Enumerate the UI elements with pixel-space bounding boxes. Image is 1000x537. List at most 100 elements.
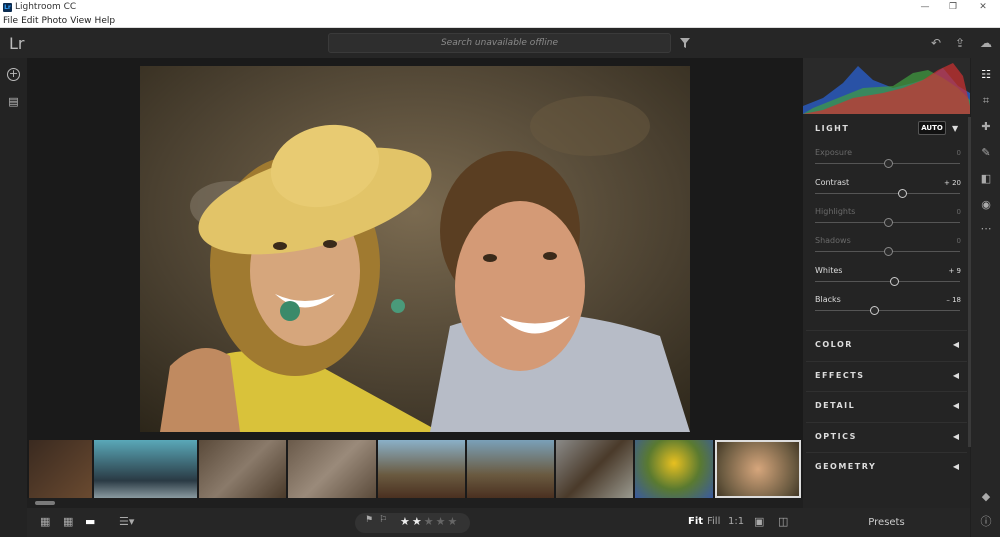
filmstrip-thumb[interactable] xyxy=(378,440,465,498)
filmstrip-thumb-selected[interactable] xyxy=(715,440,801,498)
menu-file[interactable]: File xyxy=(3,16,18,26)
slider-value: 0 xyxy=(956,237,961,245)
light-section-header[interactable]: LIGHT xyxy=(815,124,849,133)
chevron-left-icon: ◀ xyxy=(952,431,959,441)
chevron-left-icon: ◀ xyxy=(952,401,959,411)
section-label: DETAIL xyxy=(815,401,856,411)
maximize-button[interactable]: ❐ xyxy=(946,2,960,12)
section-label: GEOMETRY xyxy=(815,462,877,472)
slider-label: Shadows xyxy=(815,236,851,245)
star-icons[interactable]: ★★★★★ xyxy=(400,515,459,528)
library-icon[interactable]: ▤ xyxy=(7,95,20,108)
photo-grid-icon[interactable]: ▦ xyxy=(63,515,73,528)
slider-track[interactable] xyxy=(815,310,960,311)
section-label: COLOR xyxy=(815,340,853,349)
flag-pick-icon[interactable]: ⚑ xyxy=(365,515,373,525)
slider-value: 0 xyxy=(956,149,961,157)
star-rating[interactable]: ★★★★★ xyxy=(400,515,459,528)
more-icon[interactable]: ⋯ xyxy=(979,222,993,236)
undo-icon[interactable]: ↶ xyxy=(929,36,943,50)
zoom-fit[interactable]: Fit xyxy=(688,516,703,527)
chevron-left-icon: ◀ xyxy=(952,340,959,349)
section-color[interactable]: COLOR ◀ xyxy=(806,330,967,358)
filmstrip-thumb[interactable] xyxy=(199,440,286,498)
compare-icon[interactable]: ◫ xyxy=(778,515,788,528)
slider-value: 0 xyxy=(956,208,961,216)
section-label: OPTICS xyxy=(815,431,857,441)
menu-photo[interactable]: Photo xyxy=(42,16,68,26)
filmstrip-thumb[interactable] xyxy=(635,440,713,498)
left-sidebar xyxy=(0,58,27,537)
section-optics[interactable]: OPTICS ◀ xyxy=(806,421,967,450)
slider-value: – 18 xyxy=(946,296,961,304)
slider-value: + 20 xyxy=(944,179,961,187)
edit-sliders-icon[interactable]: ☷ xyxy=(979,68,993,82)
radial-gradient-icon[interactable]: ◉ xyxy=(979,198,993,212)
close-button[interactable]: ✕ xyxy=(976,2,990,12)
slider-track[interactable] xyxy=(815,193,960,194)
share-icon[interactable]: ⇪ xyxy=(953,36,967,50)
title-bar: Lr Lightroom CC — ❐ ✕ xyxy=(0,0,1000,16)
crop-icon[interactable]: ⌗ xyxy=(979,94,993,108)
menu-edit[interactable]: Edit xyxy=(21,16,38,26)
section-effects[interactable]: EFFECTS ◀ xyxy=(806,360,967,389)
slider-label: Whites xyxy=(815,266,843,275)
slider-label: Contrast xyxy=(815,178,850,187)
healing-brush-icon[interactable]: ✚ xyxy=(979,120,993,134)
menu-view[interactable]: View xyxy=(70,16,91,26)
slider-label: Highlights xyxy=(815,207,856,216)
slider-thumb[interactable] xyxy=(898,189,907,198)
section-label: EFFECTS xyxy=(815,370,865,380)
slider-track[interactable] xyxy=(815,281,960,282)
info-icon[interactable]: ⓘ xyxy=(979,515,993,529)
tag-icon[interactable]: ◆ xyxy=(979,490,993,504)
flag-reject-icon[interactable]: ⚐ xyxy=(379,515,387,525)
filmstrip-thumb[interactable] xyxy=(29,440,92,498)
presets-button[interactable]: Presets xyxy=(803,508,970,537)
filmstrip-thumb[interactable] xyxy=(556,440,633,498)
search-input[interactable]: Search unavailable offline xyxy=(328,33,671,53)
filmstrip-thumb[interactable] xyxy=(288,440,376,498)
slider-label: Blacks xyxy=(815,295,841,304)
star-icon[interactable]: ★ xyxy=(400,515,412,528)
filmstrip-scroll-thumb[interactable] xyxy=(35,501,55,505)
linear-gradient-icon[interactable]: ◧ xyxy=(979,172,993,186)
lr-logo: Lr xyxy=(9,34,25,53)
star-icon[interactable]: ★ xyxy=(412,515,424,528)
chevron-left-icon: ◀ xyxy=(952,370,959,380)
chevron-left-icon: ◀ xyxy=(952,462,959,472)
app-bar: Lr Search unavailable offline ↶ ⇪ ☁ xyxy=(0,28,1000,58)
section-geometry[interactable]: GEOMETRY ◀ xyxy=(806,452,967,480)
zoom-fill[interactable]: Fill xyxy=(707,516,720,527)
minimize-button[interactable]: — xyxy=(918,2,932,12)
app-icon: Lr xyxy=(3,3,12,12)
slider-thumb[interactable] xyxy=(890,277,900,286)
square-grid-icon[interactable]: ▦ xyxy=(40,515,50,528)
filter-icon[interactable] xyxy=(680,38,690,48)
auto-button[interactable]: AUTO xyxy=(918,121,946,135)
menu-bar: File Edit Photo View Help xyxy=(0,16,1000,28)
slider-label: Exposure xyxy=(815,148,853,157)
histogram xyxy=(803,58,970,114)
filmstrip-thumb[interactable] xyxy=(467,440,554,498)
filmstrip-thumb[interactable] xyxy=(94,440,197,498)
menu-help[interactable]: Help xyxy=(95,16,116,26)
brush-icon[interactable]: ✎ xyxy=(979,146,993,160)
star-icon[interactable]: ★ xyxy=(448,515,460,528)
before-after-icon[interactable]: ▣ xyxy=(754,515,764,528)
sort-icon[interactable]: ☰▾ xyxy=(119,515,134,528)
slider-thumb[interactable] xyxy=(883,218,893,227)
filmstrip-scrollbar xyxy=(27,498,803,508)
section-detail[interactable]: DETAIL ◀ xyxy=(806,391,967,419)
star-icon[interactable]: ★ xyxy=(424,515,436,528)
window-title: Lightroom CC xyxy=(15,2,77,12)
chevron-down-icon[interactable]: ▼ xyxy=(952,124,958,133)
slider-thumb[interactable] xyxy=(883,247,893,256)
detail-view-icon[interactable]: ▬ xyxy=(85,515,95,528)
cloud-sync-icon[interactable]: ☁ xyxy=(979,36,993,50)
slider-thumb[interactable] xyxy=(883,159,893,168)
zoom-1to1[interactable]: 1:1 xyxy=(728,516,744,527)
main-photo[interactable] xyxy=(140,66,690,432)
star-icon[interactable]: ★ xyxy=(436,515,448,528)
add-photos-icon[interactable]: + xyxy=(7,68,20,81)
